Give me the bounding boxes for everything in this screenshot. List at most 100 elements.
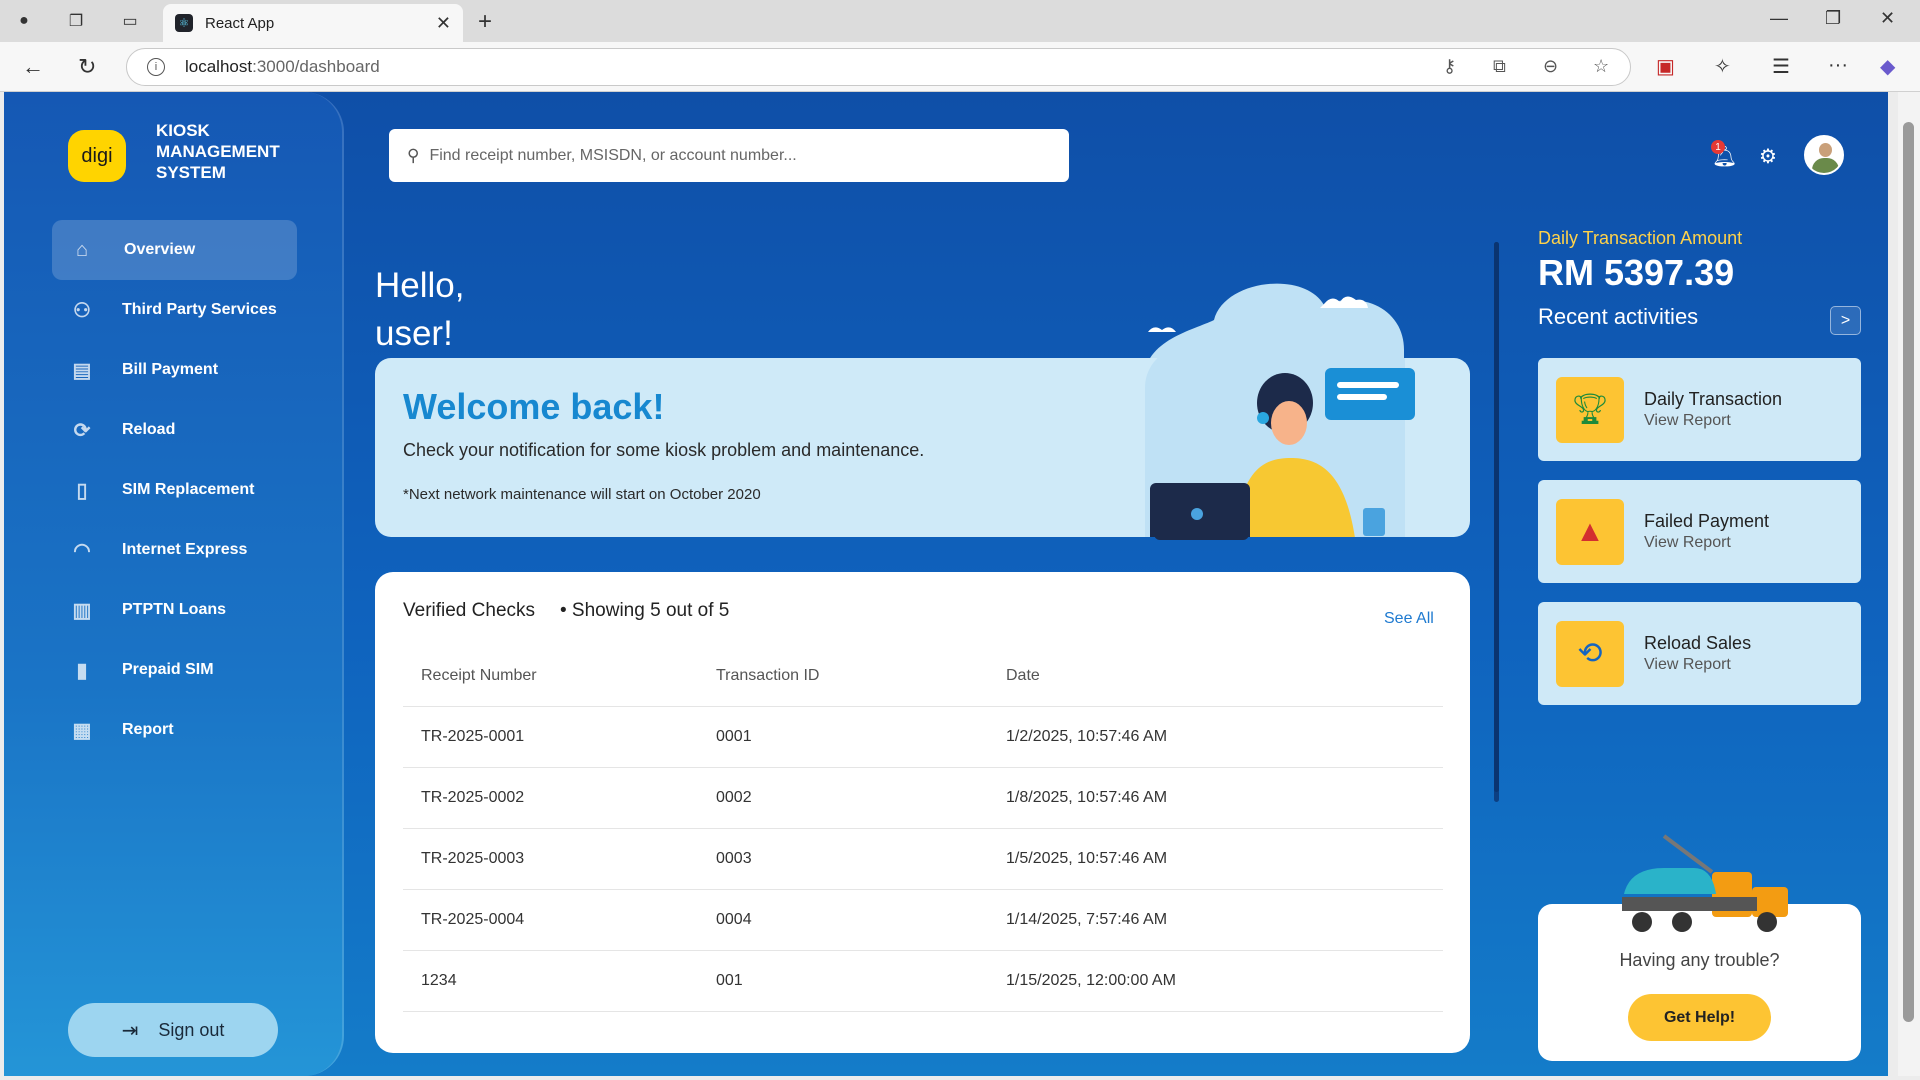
help-question: Having any trouble? xyxy=(1619,950,1780,970)
sidebar-item-third-party-services[interactable]: ⚇ Third Party Services xyxy=(52,280,297,340)
view-report-link[interactable]: View Report xyxy=(1644,412,1782,430)
sidebar-item-sim-replacement[interactable]: ▯ SIM Replacement xyxy=(52,460,297,520)
sign-out-button[interactable]: ⇥ Sign out xyxy=(68,1003,278,1057)
sign-out-icon: ⇥ xyxy=(121,1019,139,1042)
activity-failed-payment[interactable]: ▲ Failed Payment View Report xyxy=(1538,480,1861,583)
daily-transaction-amount: RM 5397.39 xyxy=(1538,252,1735,293)
url-host: localhost xyxy=(185,57,253,76)
browser-chrome: ● ❐ ▭ ⚛ React App ✕ + — ❐ ✕ ← ↻ i localh… xyxy=(0,0,1920,92)
site-info-icon[interactable]: i xyxy=(147,58,165,76)
view-report-link[interactable]: View Report xyxy=(1644,656,1751,674)
tab-react-app[interactable]: ⚛ React App ✕ xyxy=(163,4,463,42)
extensions-puzzle-icon[interactable]: ✧ xyxy=(1714,54,1731,79)
sidebar-item-overview[interactable]: ⌂ Overview xyxy=(52,220,297,280)
close-window-icon[interactable]: ✕ xyxy=(1880,8,1895,29)
get-help-button[interactable]: Get Help! xyxy=(1628,994,1771,1041)
sidebar-item-label: Internet Express xyxy=(122,541,248,558)
more-menu-icon[interactable]: ··· xyxy=(1828,54,1848,77)
reload-icon[interactable]: ↻ xyxy=(78,54,96,80)
col-transaction-id: Transaction ID xyxy=(716,667,820,684)
daily-transaction-label: Daily Transaction Amount xyxy=(1538,228,1743,248)
zoom-icon[interactable]: ⊖ xyxy=(1543,56,1558,77)
address-bar-row: ← ↻ i localhost:3000/dashboard ⚷ ⧉ ⊖ ☆ ▣… xyxy=(0,42,1920,92)
sidebar-nav: ⌂ Overview ⚇ Third Party Services ▤ Bill… xyxy=(52,220,297,760)
extension-icon[interactable]: ▣ xyxy=(1656,54,1675,79)
activity-title: Daily Transaction xyxy=(1644,389,1783,409)
sidebar-item-ptptn-loans[interactable]: ▥ PTPTN Loans xyxy=(52,580,297,640)
url-path: :3000/dashboard xyxy=(252,57,380,76)
cell-transaction: 0003 xyxy=(716,850,752,867)
page-scrollbar-thumb[interactable] xyxy=(1903,122,1914,1022)
content-scrollbar-thumb[interactable] xyxy=(1494,242,1499,792)
mobile-icon: ▮ xyxy=(76,659,88,682)
new-tab-icon[interactable]: + xyxy=(478,8,492,36)
avatar-head xyxy=(1819,143,1832,157)
sidebar-item-internet-express[interactable]: ◠ Internet Express xyxy=(52,520,297,580)
restore-icon[interactable]: ❐ xyxy=(1825,8,1841,29)
activity-title: Failed Payment xyxy=(1644,511,1770,531)
warning-icon: ▲ xyxy=(1556,498,1624,565)
password-key-icon[interactable]: ⚷ xyxy=(1443,56,1456,77)
copilot-icon[interactable]: ◆ xyxy=(1880,54,1895,79)
open-app-icon[interactable]: ⧉ xyxy=(1493,56,1506,77)
chart-icon: ▦ xyxy=(72,719,92,742)
favorite-star-icon[interactable]: ☆ xyxy=(1593,56,1609,77)
avatar-body xyxy=(1812,158,1839,173)
table-row[interactable]: 1234 001 1/15/2025, 12:00:00 AM xyxy=(403,951,1443,1012)
checks-table: Receipt Number Transaction ID Date TR-20… xyxy=(403,646,1443,1012)
cell-transaction: 0002 xyxy=(716,789,752,806)
activity-title: Reload Sales xyxy=(1644,633,1752,653)
cell-transaction: 0004 xyxy=(716,911,752,928)
activity-daily-transaction[interactable]: 🏆︎ Daily Transaction View Report xyxy=(1538,358,1861,461)
tab-actions-icon[interactable]: ▭ xyxy=(118,9,142,33)
content-scrollbar[interactable] xyxy=(1494,242,1499,802)
avatar[interactable] xyxy=(1804,135,1844,175)
sidebar-item-report[interactable]: ▦ Report xyxy=(52,700,297,760)
welcome-title: Welcome back! xyxy=(403,386,665,427)
cell-date: 1/2/2025, 10:57:46 AM xyxy=(1006,728,1168,745)
col-receipt-number: Receipt Number xyxy=(421,667,537,684)
cell-date: 1/14/2025, 7:57:46 AM xyxy=(1006,911,1168,928)
checks-title: Verified Checks xyxy=(403,600,536,621)
gear-icon[interactable]: ⚙ xyxy=(1759,144,1777,169)
greeting-line-1: Hello, xyxy=(375,266,465,305)
sidebar-item-bill-payment[interactable]: ▤ Bill Payment xyxy=(52,340,297,400)
recent-activities-next-button[interactable]: > xyxy=(1830,306,1861,335)
activity-reload-sales[interactable]: ⟲ Reload Sales View Report xyxy=(1538,602,1861,705)
search-input[interactable] xyxy=(429,146,1030,165)
checks-count: • Showing 5 out of 5 xyxy=(560,600,730,621)
sidebar-item-label: Overview xyxy=(124,241,196,258)
back-icon[interactable]: ← xyxy=(22,54,44,80)
table-row[interactable]: TR-2025-0001 0001 1/2/2025, 10:57:46 AM xyxy=(403,707,1443,768)
cell-receipt: TR-2025-0001 xyxy=(421,728,525,745)
view-report-link[interactable]: View Report xyxy=(1644,534,1769,552)
minimize-icon[interactable]: — xyxy=(1770,8,1788,29)
cell-date: 1/5/2025, 10:57:46 AM xyxy=(1006,850,1168,867)
close-tab-icon[interactable]: ✕ xyxy=(436,13,451,34)
tab-bar: ● ❐ ▭ ⚛ React App ✕ + — ❐ ✕ xyxy=(0,0,1920,42)
favorites-list-icon[interactable]: ☰ xyxy=(1772,54,1790,79)
table-row[interactable]: TR-2025-0003 0003 1/5/2025, 10:57:46 AM xyxy=(403,829,1443,890)
wifi-icon: ◠ xyxy=(73,539,91,562)
page-scrollbar[interactable] xyxy=(1898,92,1920,1076)
sidebar-item-prepaid-sim[interactable]: ▮ Prepaid SIM xyxy=(52,640,297,700)
profile-icon[interactable]: ● xyxy=(12,9,36,33)
cell-receipt: TR-2025-0004 xyxy=(421,911,525,928)
workspaces-icon[interactable]: ❐ xyxy=(64,9,88,33)
logo-text: digi xyxy=(81,144,113,167)
notification-badge: 1 xyxy=(1711,140,1725,154)
sidebar-item-reload[interactable]: ⟳ Reload xyxy=(52,400,297,460)
url-field[interactable]: i localhost:3000/dashboard xyxy=(126,48,1631,86)
tab-title: React App xyxy=(205,14,275,32)
sign-out-label: Sign out xyxy=(158,1019,225,1040)
sidebar-item-label: Prepaid SIM xyxy=(122,661,214,678)
sidebar: digi KIOSK MANAGEMENT SYSTEM ⌂ Overview … xyxy=(4,92,344,1076)
users-icon: ⚇ xyxy=(73,299,91,322)
sidebar-item-label: PTPTN Loans xyxy=(122,601,227,618)
see-all-link[interactable]: See All xyxy=(1384,610,1434,628)
recent-activities-title: Recent activities xyxy=(1538,304,1699,329)
cell-receipt: TR-2025-0003 xyxy=(421,850,525,867)
table-row[interactable]: TR-2025-0002 0002 1/8/2025, 10:57:46 AM xyxy=(403,768,1443,829)
table-row[interactable]: TR-2025-0004 0004 1/14/2025, 7:57:46 AM xyxy=(403,890,1443,951)
digi-logo: digi xyxy=(68,130,126,182)
